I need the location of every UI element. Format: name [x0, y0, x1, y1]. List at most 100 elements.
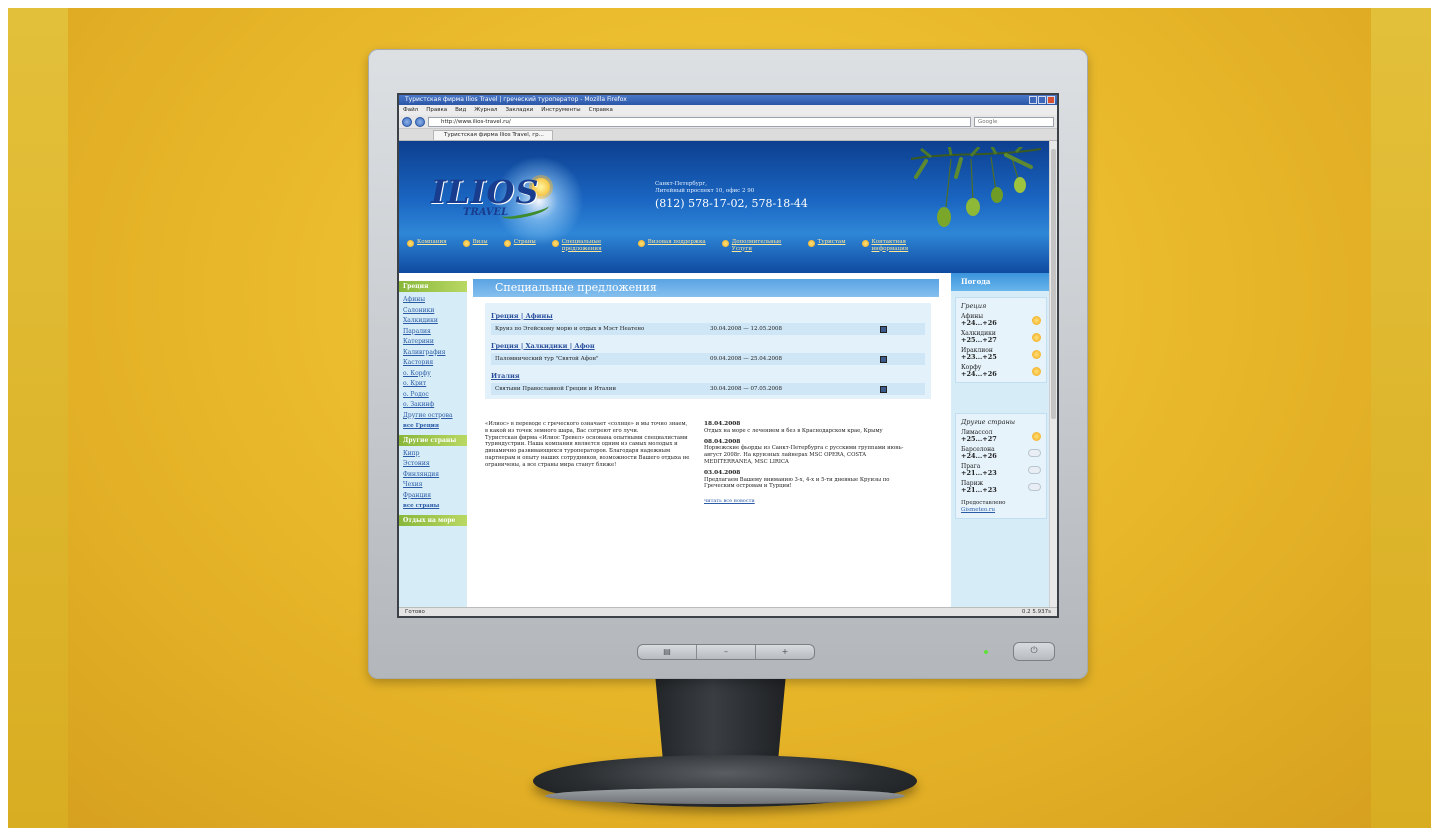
sidebar-item[interactable]: Кипр	[403, 449, 463, 460]
menu-history[interactable]: Журнал	[474, 105, 497, 115]
table-row[interactable]: Святыни Православной Греции и Италии 30.…	[491, 383, 925, 395]
power-led	[984, 650, 988, 654]
sidebar-item[interactable]: Кастория	[403, 358, 463, 369]
offer-name[interactable]: Паломнический тур "Святой Афон"	[495, 356, 710, 362]
bullet-icon	[861, 240, 869, 247]
menu-file[interactable]: Файл	[403, 105, 418, 115]
offer-group-heading[interactable]: Греция | Халкидики | Афон	[491, 342, 925, 350]
offer-name[interactable]: Круиз по Эгейскому морю и отдых в Мэст Н…	[495, 326, 710, 332]
sidebar-header-greece: Греция	[399, 281, 467, 292]
offer-dates: 09.04.2008 — 25.04.2008	[710, 356, 782, 362]
menu-edit[interactable]: Правка	[426, 105, 447, 115]
search-input[interactable]: Google	[974, 116, 1054, 127]
power-button[interactable]: ⏻	[1013, 642, 1055, 661]
monitor-down-button[interactable]: –	[697, 645, 756, 659]
sidebar-item[interactable]: Каливграфия	[403, 348, 463, 359]
sidebar-item[interactable]: Франция	[403, 491, 463, 502]
table-row[interactable]: Паломнический тур "Святой Афон" 09.04.20…	[491, 353, 925, 365]
weather-city: Афины +24...+26	[961, 313, 1041, 327]
window-title: Туристская фирма Ilios Travel | гречески…	[405, 96, 627, 103]
sidebar-item[interactable]: Паралия Катерини	[403, 327, 463, 348]
sun-icon	[1032, 431, 1041, 441]
nav-item-visa-support[interactable]: Визовая поддержка	[637, 239, 706, 252]
monitor-up-button[interactable]: +	[756, 645, 814, 659]
sidebar-item[interactable]: Салоники	[403, 306, 463, 317]
nav-item-extra-services[interactable]: Дополнительные Услуги	[721, 239, 792, 252]
partly-cloudy-icon	[1026, 447, 1041, 457]
weather-provider: Предоставлено Gismeteo.ru	[961, 500, 1006, 513]
backdrop-band-right	[1371, 8, 1431, 828]
bullet-icon	[503, 240, 511, 247]
monitor-base-rim	[545, 788, 905, 804]
checkbox-icon[interactable]	[880, 355, 887, 363]
forward-icon[interactable]	[415, 116, 425, 127]
weather-sidebar: Погода Греция Афины +24...+26 Халкидики +2…	[951, 273, 1049, 607]
nav-item-countries[interactable]: Страны	[503, 239, 536, 252]
back-icon[interactable]	[402, 116, 412, 127]
scrollbar-thumb[interactable]	[1051, 149, 1056, 419]
nav-item-tourists[interactable]: Туристам	[807, 239, 846, 252]
news-text[interactable]: Норвежские фьорды из Санкт-Петербурга с …	[704, 445, 909, 465]
news-text[interactable]: Отдых на море с лечением и без в Краснод…	[704, 428, 909, 435]
weather-country: Другие страны	[961, 418, 1016, 426]
offer-name[interactable]: Святыни Православной Греции и Италии	[495, 386, 710, 392]
browser-navbar: http://www.ilios-travel.ru/ Google	[399, 115, 1057, 129]
nav-item-special-offers[interactable]: Специальные предложения	[551, 239, 622, 252]
browser-tab[interactable]: Туристская фирма Ilios Travel, гр...	[433, 130, 553, 140]
checkbox-icon[interactable]	[880, 325, 887, 333]
news-list: 18.04.2008 Отдых на море с лечением и бе…	[704, 421, 909, 505]
maximize-icon[interactable]	[1038, 96, 1046, 104]
sidebar-item-all-countries[interactable]: все страны	[403, 501, 463, 512]
browser-statusbar: Готово 0.2 5.937s	[399, 607, 1057, 616]
weather-city: Лимассол +25...+27	[961, 429, 1041, 443]
sidebar-item[interactable]: Другие острова	[403, 411, 463, 422]
nav-item-contacts[interactable]: Контактная информация	[861, 239, 932, 252]
minimize-icon[interactable]	[1029, 96, 1037, 104]
sidebar-item-all-greece[interactable]: все Греция	[403, 421, 463, 432]
offer-group-heading[interactable]: Италия	[491, 372, 925, 380]
gismeteo-link[interactable]: Gismeteo.ru	[961, 507, 995, 513]
nav-item-visas[interactable]: Визы	[462, 239, 488, 252]
menu-tools[interactable]: Инструменты	[541, 105, 580, 115]
sidebar-item[interactable]: Финляндия	[403, 470, 463, 481]
sidebar-item[interactable]: Чехия	[403, 480, 463, 491]
monitor-menu-button[interactable]: ▤	[638, 645, 697, 659]
sidebar-item[interactable]: о. Крит	[403, 379, 463, 390]
sidebar-item[interactable]: о. Корфу	[403, 369, 463, 380]
main-content: Специальные предложения Греция | Афины К…	[473, 279, 939, 607]
status-text: Готово	[405, 609, 425, 615]
offer-dates: 30.04.2008 — 12.05.2008	[710, 326, 782, 332]
weather-country: Греция	[961, 302, 987, 310]
sidebar-item[interactable]: Эстония	[403, 459, 463, 470]
sidebar-item[interactable]: о. Закинф	[403, 400, 463, 411]
contact-city: Санкт-Петербург,	[655, 181, 708, 187]
sun-icon	[1032, 349, 1041, 359]
table-row[interactable]: Круиз по Эгейскому морю и отдых в Мэст Н…	[491, 323, 925, 335]
browser-tabbar: Туристская фирма Ilios Travel, гр...	[399, 129, 1057, 141]
sidebar-item[interactable]: Халкидики	[403, 316, 463, 327]
vertical-scrollbar[interactable]	[1049, 141, 1057, 607]
menu-help[interactable]: Справка	[589, 105, 613, 115]
sidebar-item[interactable]: о. Родос	[403, 390, 463, 401]
page-title: Специальные предложения	[473, 279, 939, 297]
close-icon[interactable]	[1047, 96, 1055, 104]
partly-cloudy-icon	[1026, 464, 1041, 474]
sidebar-header-sea: Отдых на море	[399, 514, 467, 526]
monitor-buttons[interactable]: ▤ – +	[637, 644, 815, 660]
all-news-link[interactable]: читать все новости	[704, 498, 909, 505]
browser-titlebar: Туристская фирма Ilios Travel | гречески…	[399, 95, 1057, 105]
other-country-links: Кипр Эстония Финляндия Чехия Франция все…	[399, 446, 467, 515]
menu-bookmarks[interactable]: Закладки	[505, 105, 533, 115]
weather-city: Прага +21...+23	[961, 463, 1041, 477]
web-page: ILIOS TRAVEL Санкт-Петербург, Литейный п…	[399, 141, 1049, 607]
status-right: 0.2 5.937s	[1021, 609, 1051, 615]
nav-item-company[interactable]: Компания	[407, 239, 447, 252]
news-text[interactable]: Предлагаем Вашему вниманию 3-х, 4-х и 5-…	[704, 477, 909, 491]
url-input[interactable]: http://www.ilios-travel.ru/	[428, 116, 971, 127]
menu-view[interactable]: Вид	[455, 105, 466, 115]
bullet-icon	[637, 240, 645, 247]
checkbox-icon[interactable]	[880, 385, 887, 393]
greece-links: Афины Салоники Халкидики Паралия Катерин…	[399, 292, 467, 435]
sidebar-item[interactable]: Афины	[403, 295, 463, 306]
offer-group-heading[interactable]: Греция | Афины	[491, 312, 925, 320]
